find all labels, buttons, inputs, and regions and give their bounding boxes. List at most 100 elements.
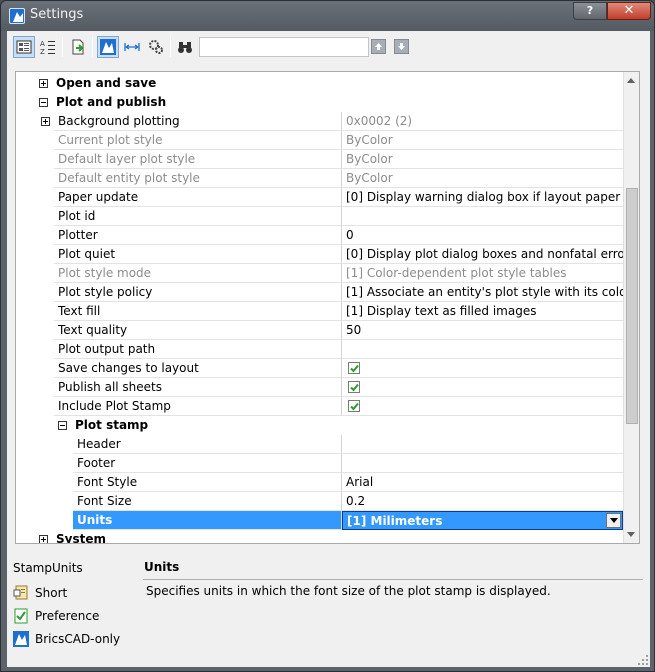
setting-row[interactable]: Publish all sheets	[16, 378, 623, 397]
setting-name: Save changes to layout	[54, 359, 342, 378]
preference-icon	[14, 608, 28, 624]
export-button[interactable]	[67, 36, 89, 58]
checkmark-icon	[350, 402, 359, 411]
arrow-down-icon	[398, 43, 405, 50]
svg-text:Z: Z	[40, 48, 45, 55]
setting-row[interactable]: Default entity plot style ByColor	[16, 169, 623, 188]
setting-name: Background plotting	[54, 112, 342, 131]
setting-row[interactable]: Plot output path	[16, 340, 623, 359]
setting-row[interactable]: Font Size 0.2	[16, 492, 623, 511]
setting-value[interactable]: [0] Display warning dialog box if layout…	[342, 188, 623, 207]
category-plot-stamp[interactable]: Plot stamp	[16, 416, 623, 435]
category-system[interactable]: System	[16, 530, 623, 544]
dimension-filter-button[interactable]	[121, 36, 143, 58]
resize-grip-icon[interactable]	[638, 655, 648, 665]
settings-filter-button[interactable]	[145, 36, 167, 58]
help-button[interactable]: ?	[573, 2, 607, 20]
setting-value[interactable]: [1] Color-dependent plot style tables	[342, 264, 623, 283]
setting-row[interactable]: Plotter 0	[16, 226, 623, 245]
setting-name: Text fill	[54, 302, 342, 321]
toolbar-separator	[170, 37, 171, 57]
description-divider	[143, 579, 643, 580]
categorized-view-button[interactable]	[13, 36, 35, 58]
expand-icon[interactable]	[39, 535, 48, 543]
setting-value[interactable]: 0x0002 (2)	[342, 112, 623, 131]
toolbar: A Z	[7, 31, 650, 63]
setting-name: Current plot style	[54, 131, 342, 150]
setting-name: Default entity plot style	[54, 169, 342, 188]
alphabetical-view-button[interactable]: A Z	[37, 36, 59, 58]
setting-row[interactable]: Save changes to layout	[16, 359, 623, 378]
setting-value[interactable]: 50	[342, 321, 623, 340]
setting-value	[342, 397, 623, 416]
setting-value[interactable]: 0.2	[342, 492, 623, 511]
setting-name: Plot quiet	[54, 245, 342, 264]
setting-value[interactable]	[342, 435, 623, 454]
chevron-down-icon	[609, 518, 618, 523]
setting-row[interactable]: Plot style policy [1] Associate an entit…	[16, 283, 623, 302]
vertical-scrollbar[interactable]	[623, 72, 639, 543]
find-button[interactable]	[174, 36, 196, 58]
collapse-icon[interactable]	[39, 98, 48, 107]
setting-row[interactable]: Include Plot Stamp	[16, 397, 623, 416]
category-label: System	[56, 532, 106, 544]
setting-row[interactable]: Font Style Arial	[16, 473, 623, 492]
expand-icon[interactable]	[39, 79, 48, 88]
bricscad-filter-button[interactable]	[97, 36, 119, 58]
legend-label: BricsCAD-only	[35, 632, 121, 646]
description-title: Units	[144, 560, 180, 574]
legend-label: Short	[35, 586, 68, 600]
save-changes-checkbox[interactable]	[348, 362, 360, 374]
setting-value[interactable]: ByColor	[342, 169, 623, 188]
setting-name: Publish all sheets	[54, 378, 342, 397]
setting-row[interactable]: Footer	[16, 454, 623, 473]
setting-value[interactable]: Arial	[342, 473, 623, 492]
include-plot-stamp-checkbox[interactable]	[348, 400, 360, 412]
setting-value[interactable]: [0] Display plot dialog boxes and nonfat…	[342, 245, 623, 264]
setting-row-selected[interactable]: Units [1] Milimeters	[16, 511, 623, 530]
setting-row[interactable]: Text quality 50	[16, 321, 623, 340]
checkmark-icon	[350, 383, 359, 392]
find-previous-button[interactable]	[371, 39, 386, 54]
setting-value[interactable]: ByColor	[342, 131, 623, 150]
setting-row[interactable]: Plot quiet [0] Display plot dialog boxes…	[16, 245, 623, 264]
setting-value[interactable]: [1] Display text as filled images	[342, 302, 623, 321]
category-plot-and-publish[interactable]: Plot and publish	[16, 93, 623, 112]
setting-row[interactable]: Default layer plot style ByColor	[16, 150, 623, 169]
setting-name: Font Size	[73, 492, 342, 511]
expand-icon[interactable]	[41, 117, 50, 126]
scroll-down-icon[interactable]	[627, 532, 635, 537]
description-text: Specifies units in which the font size o…	[146, 584, 551, 598]
setting-value[interactable]	[342, 454, 623, 473]
close-button[interactable]: ✕	[607, 2, 651, 20]
export-icon	[72, 39, 84, 55]
window-title: Settings	[30, 7, 84, 22]
setting-value[interactable]: 0	[342, 226, 623, 245]
setting-row[interactable]: Header	[16, 435, 623, 454]
scroll-up-icon[interactable]	[627, 78, 635, 83]
description-panel: StampUnits Short Preference BricsCAD-onl…	[7, 549, 650, 667]
dropdown-button[interactable]	[606, 513, 621, 528]
category-open-and-save[interactable]: Open and save	[16, 74, 623, 93]
collapse-icon[interactable]	[58, 421, 67, 430]
setting-value[interactable]: [1] Associate an entity's plot style wit…	[342, 283, 623, 302]
units-dropdown[interactable]: [1] Milimeters	[342, 511, 623, 530]
search-input[interactable]	[199, 37, 369, 57]
setting-value[interactable]: ByColor	[342, 150, 623, 169]
category-label: Plot stamp	[75, 418, 149, 432]
title-bar[interactable]: Settings ? ✕	[1, 1, 654, 31]
dimension-icon	[124, 43, 140, 51]
find-next-button[interactable]	[394, 39, 409, 54]
setting-row[interactable]: Background plotting 0x0002 (2)	[16, 112, 623, 131]
checkmark-icon	[350, 364, 359, 373]
setting-row[interactable]: Current plot style ByColor	[16, 131, 623, 150]
publish-all-sheets-checkbox[interactable]	[348, 381, 360, 393]
scroll-thumb[interactable]	[626, 188, 638, 424]
setting-value[interactable]	[342, 340, 623, 359]
setting-row[interactable]: Plot id	[16, 207, 623, 226]
setting-row[interactable]: Paper update [0] Display warning dialog …	[16, 188, 623, 207]
setting-row[interactable]: Plot style mode [1] Color-dependent plot…	[16, 264, 623, 283]
svg-text:A: A	[40, 40, 45, 48]
setting-row[interactable]: Text fill [1] Display text as filled ima…	[16, 302, 623, 321]
setting-value[interactable]	[342, 207, 623, 226]
